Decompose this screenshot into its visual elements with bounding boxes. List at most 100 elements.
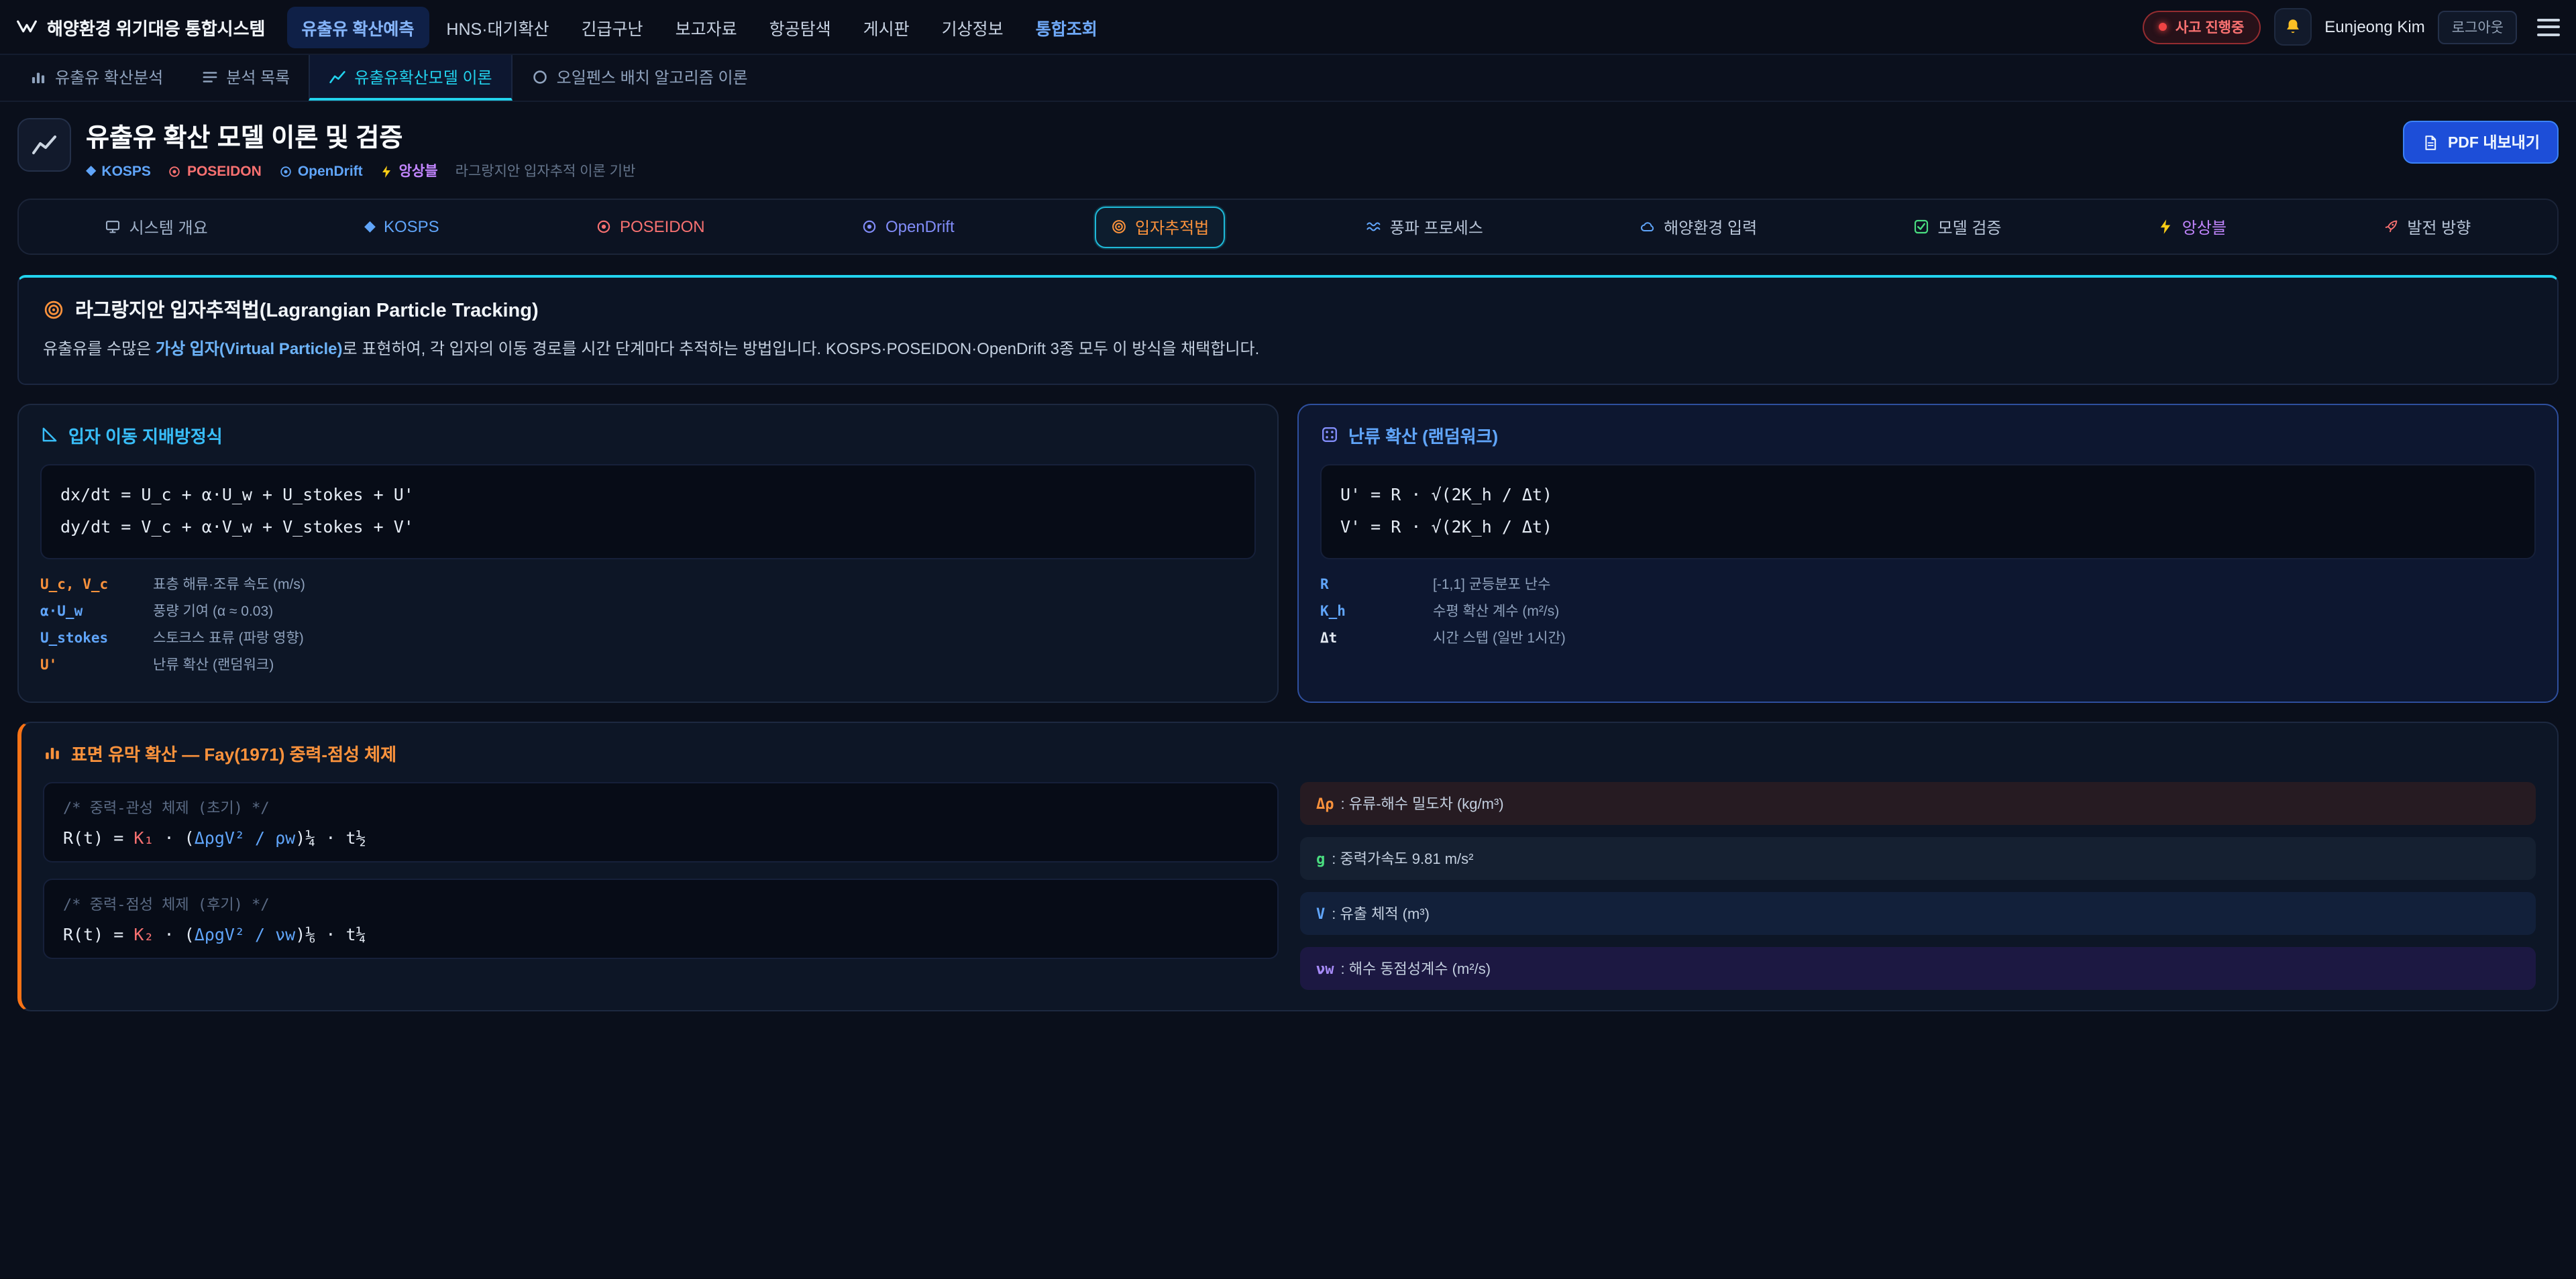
bolt-icon xyxy=(380,164,394,178)
scatter-chart-icon xyxy=(30,68,47,85)
random-walk-title-row: 난류 확산 (랜덤워크) xyxy=(1320,423,2536,448)
rocket-icon xyxy=(2383,219,2399,235)
incident-dot-icon xyxy=(2159,23,2167,31)
fay-formula-late: R(t) = K₂ · (ΔρgV² / νw)⅙ · t¼ xyxy=(63,924,1258,944)
fay-formula-initial: R(t) = K₁ · (ΔρgV² / ρw)¼ · t½ xyxy=(63,827,1258,847)
governing-equations-code: dx/dt = U_c + α·U_w + U_stokes + U' dy/d… xyxy=(40,464,1256,559)
tab-label: 유출유 확산분석 xyxy=(55,65,163,88)
nav-weather[interactable]: 기상정보 xyxy=(927,6,1018,48)
equation-dy: dy/dt = V_c + α·V_w + V_stokes + V' xyxy=(60,511,1236,544)
incident-status-badge[interactable]: 사고 진행중 xyxy=(2143,10,2260,44)
tab-boom-algorithm[interactable]: 오일펜스 배치 알고리즘 이론 xyxy=(513,55,767,101)
nav-aerial-search[interactable]: 항공탐색 xyxy=(755,6,846,48)
nav-emergency-rescue[interactable]: 긴급구난 xyxy=(567,6,658,48)
tab-analysis-list[interactable]: 분석 목록 xyxy=(182,55,309,101)
brand[interactable]: 해양환경 위기대응 통합시스템 xyxy=(16,14,265,40)
circle-dot-icon xyxy=(861,219,877,235)
governing-equation-card: 입자 이동 지배방정식 dx/dt = U_c + α·U_w + U_stok… xyxy=(17,404,1279,703)
equation-v-prime: V' = R · √(2K_h / Δt) xyxy=(1340,511,2516,544)
nav-hns-dispersion[interactable]: HNS·대기확산 xyxy=(431,6,564,48)
circle-dot-icon xyxy=(279,164,292,178)
definition-row: K_h 수평 확산 계수 (m²/s) xyxy=(1320,600,2536,620)
governing-definitions: U_c, V_c 표층 해류·조류 속도 (m/s) α·U_w 풍량 기여 (… xyxy=(40,573,1256,674)
wing-logo-icon xyxy=(16,16,38,38)
variable-row-delta-rho: Δρ : 유류-해수 밀도차 (kg/m³) xyxy=(1300,781,2536,824)
variable-row-g: g : 중력가속도 9.81 m/s² xyxy=(1300,836,2536,879)
nav-integrated-search[interactable]: 통합조회 xyxy=(1021,6,1112,48)
nav-spill-forecast[interactable]: 유출유 확산예측 xyxy=(286,6,429,48)
intro-heading-row: 라그랑지안 입자추적법(Lagrangian Particle Tracking… xyxy=(43,295,2533,323)
notifications-button[interactable] xyxy=(2273,8,2311,46)
badge-ensemble: 앙상블 xyxy=(380,161,438,181)
bell-icon xyxy=(2283,17,2302,36)
fay-formulas: /* 중력-관성 체제 (초기) */ R(t) = K₁ · (ΔρgV² /… xyxy=(43,781,1279,989)
definition-row: U_c, V_c 표층 해류·조류 속도 (m/s) xyxy=(40,573,1256,594)
governing-card-title-row: 입자 이동 지배방정식 xyxy=(40,423,1256,448)
pdf-export-button[interactable]: PDF 내보내기 xyxy=(2404,121,2559,164)
section-tab-particle-tracking[interactable]: 입자추적법 xyxy=(1095,206,1225,247)
intro-text: 유출유를 수많은 가상 입자(Virtual Particle)로 표현하여, … xyxy=(43,337,2533,364)
section-tab-wind-wave[interactable]: 풍파 프로세스 xyxy=(1350,206,1499,247)
main-nav: 유출유 확산예측 HNS·대기확산 긴급구난 보고자료 항공탐색 게시판 기상정… xyxy=(286,6,2143,48)
wave-icon xyxy=(1366,219,1382,235)
definition-row: U' 난류 확산 (랜덤워크) xyxy=(40,654,1256,674)
definition-row: U_stokes 스토크스 표류 (파랑 영향) xyxy=(40,627,1256,647)
nav-reports[interactable]: 보고자료 xyxy=(661,6,752,48)
section-tab-opendrift[interactable]: OpenDrift xyxy=(845,208,971,245)
tab-spill-analysis[interactable]: 유출유 확산분석 xyxy=(11,55,182,101)
governing-card-title: 입자 이동 지배방정식 xyxy=(68,423,223,448)
page-title: 유출유 확산 모델 이론 및 검증 xyxy=(86,118,635,154)
section-tab-poseidon[interactable]: POSEIDON xyxy=(580,208,721,245)
tab-label: 유출유확산모델 이론 xyxy=(354,65,492,88)
sub-tab-bar: 유출유 확산분석 분석 목록 유출유확산모델 이론 오일펜스 배치 알고리즘 이… xyxy=(0,55,2576,102)
random-walk-definitions: R [-1,1] 균등분포 난수 K_h 수평 확산 계수 (m²/s) Δt … xyxy=(1320,573,2536,647)
user-name: Eunjeong Kim xyxy=(2324,17,2424,36)
random-walk-code: U' = R · √(2K_h / Δt) V' = R · √(2K_h / … xyxy=(1320,464,2536,559)
fay-comment: /* 중력-관성 체제 (초기) */ xyxy=(63,796,1258,818)
line-chart-icon xyxy=(31,131,58,158)
section-tab-roadmap[interactable]: 발전 방향 xyxy=(2367,206,2487,247)
system-title: 해양환경 위기대응 통합시스템 xyxy=(47,14,265,40)
intro-heading: 라그랑지안 입자추적법(Lagrangian Particle Tracking… xyxy=(75,295,539,323)
logout-button[interactable]: 로그아웃 xyxy=(2438,10,2517,44)
section-tab-ensemble[interactable]: 앙상블 xyxy=(2142,206,2243,247)
equation-u-prime: U' = R · √(2K_h / Δt) xyxy=(1340,479,2516,512)
tab-label: 분석 목록 xyxy=(226,65,290,88)
dice-icon xyxy=(1320,426,1339,445)
document-icon xyxy=(2422,133,2440,151)
incident-label: 사고 진행중 xyxy=(2176,17,2244,37)
page-meta: ◆ KOSPS POSEIDON OpenDrift xyxy=(86,161,635,181)
circle-dot-icon xyxy=(168,164,182,178)
intro-section: 라그랑지안 입자추적법(Lagrangian Particle Tracking… xyxy=(17,275,2559,385)
hamburger-menu-icon[interactable] xyxy=(2537,18,2560,36)
bar-chart-icon xyxy=(43,743,62,762)
cloud-icon xyxy=(1640,219,1656,235)
badge-opendrift: OpenDrift xyxy=(279,163,363,179)
section-tab-ocean-env[interactable]: 해양환경 입력 xyxy=(1623,206,1773,247)
monitor-icon xyxy=(105,219,121,235)
fay-title: 표면 유막 확산 — Fay(1971) 중력-점성 체제 xyxy=(71,740,396,765)
equation-dx: dx/dt = U_c + α·U_w + U_stokes + U' xyxy=(60,479,1236,512)
definition-row: α·U_w 풍량 기여 (α ≈ 0.03) xyxy=(40,600,1256,620)
bolt-icon xyxy=(2158,219,2174,235)
page-header: 유출유 확산 모델 이론 및 검증 ◆ KOSPS POSEIDON Ope xyxy=(17,118,2559,181)
circle-dot-icon xyxy=(596,219,612,235)
variable-row-nu-w: νw : 해수 동점성계수 (m²/s) xyxy=(1300,946,2536,989)
tab-label: 오일펜스 배치 알고리즘 이론 xyxy=(557,65,748,88)
pdf-export-label: PDF 내보내기 xyxy=(2448,131,2540,153)
section-tab-system-overview[interactable]: 시스템 개요 xyxy=(89,206,224,247)
random-walk-card: 난류 확산 (랜덤워크) U' = R · √(2K_h / Δt) V' = … xyxy=(1297,404,2559,703)
circle-icon xyxy=(531,68,549,85)
section-tab-validation[interactable]: 모델 검증 xyxy=(1898,206,2018,247)
check-square-icon xyxy=(1914,219,1930,235)
nav-board[interactable]: 게시판 xyxy=(849,6,924,48)
fay-title-row: 표면 유막 확산 — Fay(1971) 중력-점성 체제 xyxy=(43,740,2536,765)
random-walk-title: 난류 확산 (랜덤워크) xyxy=(1348,423,1498,448)
page-icon xyxy=(17,118,71,172)
fay-spreading-card: 표면 유막 확산 — Fay(1971) 중력-점성 체제 /* 중력-관성 체… xyxy=(17,721,2559,1011)
tab-model-theory[interactable]: 유출유확산모델 이론 xyxy=(309,55,512,101)
highlight-virtual-particle: 가상 입자(Virtual Particle) xyxy=(156,339,343,358)
section-tab-kosps[interactable]: ◆ KOSPS xyxy=(348,208,455,245)
target-icon xyxy=(1111,219,1127,235)
variable-row-v: V : 유출 체적 (m³) xyxy=(1300,891,2536,934)
